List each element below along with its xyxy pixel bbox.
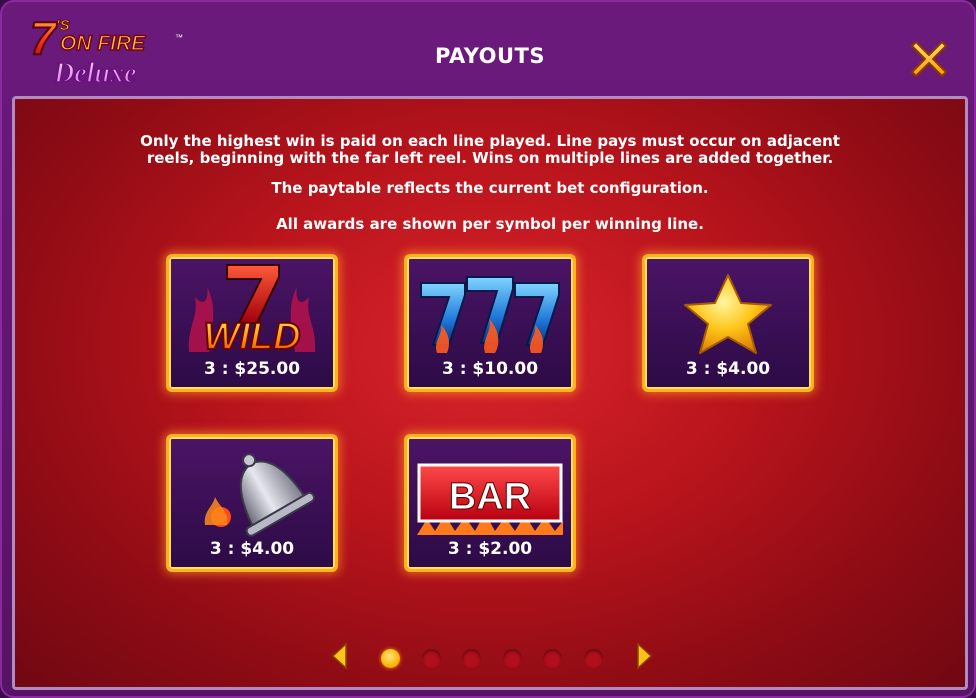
triple-seven-icon: [420, 276, 560, 353]
page-dot-3[interactable]: [462, 649, 481, 668]
symbol-card-bar: BAR 3 : $2.00: [404, 434, 576, 572]
page-dot-6[interactable]: [584, 649, 603, 668]
symbol-card-triple-seven: 3 : $10.00: [404, 254, 576, 392]
symbol-card-bell: 3 : $4.00: [166, 434, 338, 572]
payout-value: 3 : $2.00: [447, 539, 533, 559]
bar-label: BAR: [449, 476, 531, 518]
rules-line-3: The paytable reflects the current bet co…: [271, 179, 709, 197]
arrow-left-icon[interactable]: [330, 642, 348, 670]
symbol-card-star: 3 : $4.00: [642, 254, 814, 392]
header: 7 'S ON FIRE ™ Deluxe PAYOUTS: [2, 2, 976, 94]
payout-value: 3 : $25.00: [203, 359, 301, 379]
wild-label: WILD: [203, 316, 300, 357]
page-dot-2[interactable]: [422, 649, 441, 668]
page-dot-5[interactable]: [543, 649, 562, 668]
payout-value: 3 : $10.00: [441, 359, 539, 379]
close-x-icon[interactable]: [906, 36, 952, 82]
star-icon: [684, 274, 772, 354]
logo-tm: ™: [175, 33, 183, 42]
payout-value: 3 : $4.00: [209, 539, 295, 559]
page-title: PAYOUTS: [434, 44, 546, 68]
page-dot-1[interactable]: [381, 649, 400, 668]
window-frame: 7 'S ON FIRE ™ Deluxe PAYOUTS Only the h…: [0, 0, 976, 698]
payout-value: 3 : $4.00: [685, 359, 771, 379]
seven-wild-icon: WILD: [188, 264, 316, 357]
rules-line-2: reels, beginning with the far left reel.…: [146, 149, 834, 167]
arrow-right-icon[interactable]: [636, 642, 654, 670]
bell-icon: [204, 453, 316, 537]
bar-icon: BAR: [417, 463, 563, 535]
rules-line-4: All awards are shown per symbol per winn…: [276, 215, 704, 233]
rules-line-1: Only the highest win is paid on each lin…: [140, 132, 840, 150]
page-dot-4[interactable]: [503, 649, 522, 668]
symbol-card-wild: WILD 3 : $25.00: [166, 254, 338, 392]
